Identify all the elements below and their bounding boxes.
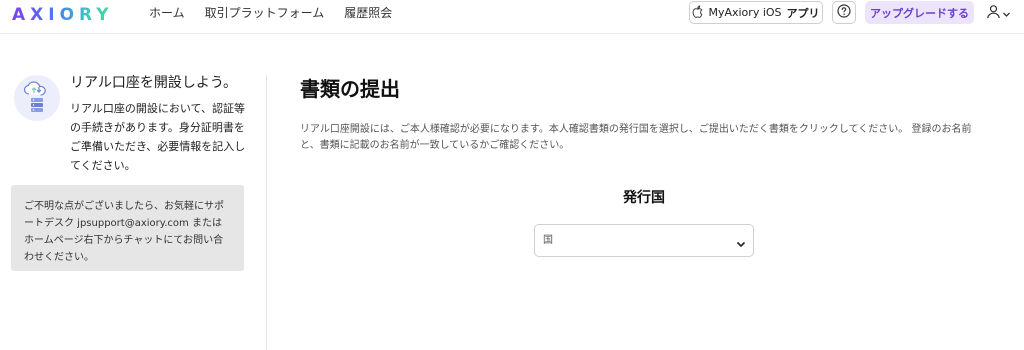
top-header: AXIORY ホーム 取引プラットフォーム 履歴照会 MyAxiory iOS ア…: [0, 0, 1024, 34]
page-title: 書類の提出: [300, 77, 400, 101]
user-menu[interactable]: [986, 3, 1016, 23]
cloud-database-icon: [14, 75, 60, 121]
support-help-text: ご不明な点がございましたら、お気軽にサポートデスク jpsupport@axio…: [24, 201, 224, 263]
issuing-country-label: 発行国: [623, 190, 665, 206]
support-help-box: ご不明な点がございましたら、お気軽にサポートデスク jpsupport@axio…: [11, 185, 244, 271]
country-select-value: 国: [543, 235, 553, 246]
help-button[interactable]: [832, 1, 856, 24]
upgrade-button[interactable]: アップグレードする: [865, 1, 974, 24]
user-icon: [986, 4, 1001, 23]
question-circle-icon: [837, 3, 851, 22]
nav-home[interactable]: ホーム: [149, 0, 185, 26]
nav-history[interactable]: 履歴照会: [344, 0, 392, 26]
country-select[interactable]: 国: [534, 224, 754, 257]
ios-app-label-prefix: MyAxiory iOS: [708, 6, 782, 19]
myaxiory-ios-app-button[interactable]: MyAxiory iOS アプリ: [689, 1, 823, 24]
nav-trading-platform[interactable]: 取引プラットフォーム: [205, 0, 325, 26]
axiory-logo[interactable]: AXIORY: [12, 4, 114, 26]
intro-text: リアル口座開設には、ご本人様確認が必要になります。本人確認書類の発行国を選択し、…: [300, 124, 972, 151]
promo-title: リアル口座を開設しよう。: [70, 75, 238, 91]
promo-body: リアル口座の開設において、認証等の手続きがあります。身分証明書をご準備いただき、…: [70, 102, 246, 172]
chevron-down-icon: [735, 235, 747, 248]
sidebar-divider: [266, 75, 267, 350]
main-nav: ホーム 取引プラットフォーム 履歴照会: [149, 0, 392, 26]
ios-app-label-bold: アプリ: [786, 6, 820, 20]
apple-icon: [692, 5, 703, 21]
chevron-down-icon: [1002, 4, 1011, 23]
